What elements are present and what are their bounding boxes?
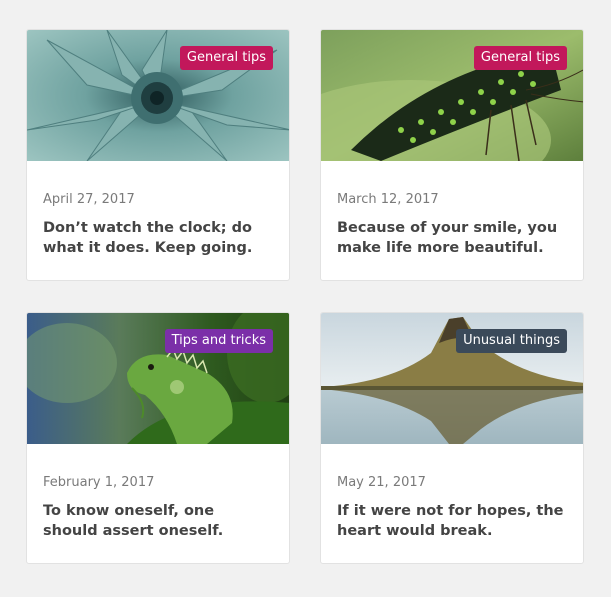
post-card[interactable]: General tips April 27, 2017 Don’t watch …	[26, 29, 290, 281]
post-card[interactable]: Tips and tricks February 1, 2017 To know…	[26, 312, 290, 564]
post-date: March 12, 2017	[337, 192, 439, 207]
category-badge[interactable]: Tips and tricks	[164, 329, 273, 353]
post-title[interactable]: To know oneself, one should assert onese…	[43, 501, 273, 541]
post-card[interactable]: Unusual things May 21, 2017 If it were n…	[320, 312, 584, 564]
post-title[interactable]: Don’t watch the clock; do what it does. …	[43, 218, 273, 258]
post-title[interactable]: If it were not for hopes, the heart woul…	[337, 501, 567, 541]
post-card[interactable]: General tips March 12, 2017 Because of y…	[320, 29, 584, 281]
category-badge[interactable]: Unusual things	[456, 329, 567, 353]
post-date: February 1, 2017	[43, 475, 155, 490]
post-grid: General tips April 27, 2017 Don’t watch …	[0, 0, 611, 597]
post-date: May 21, 2017	[337, 475, 426, 490]
post-title[interactable]: Because of your smile, you make life mor…	[337, 218, 567, 258]
category-badge[interactable]: General tips	[473, 46, 567, 70]
category-badge[interactable]: General tips	[179, 46, 273, 70]
post-date: April 27, 2017	[43, 192, 135, 207]
